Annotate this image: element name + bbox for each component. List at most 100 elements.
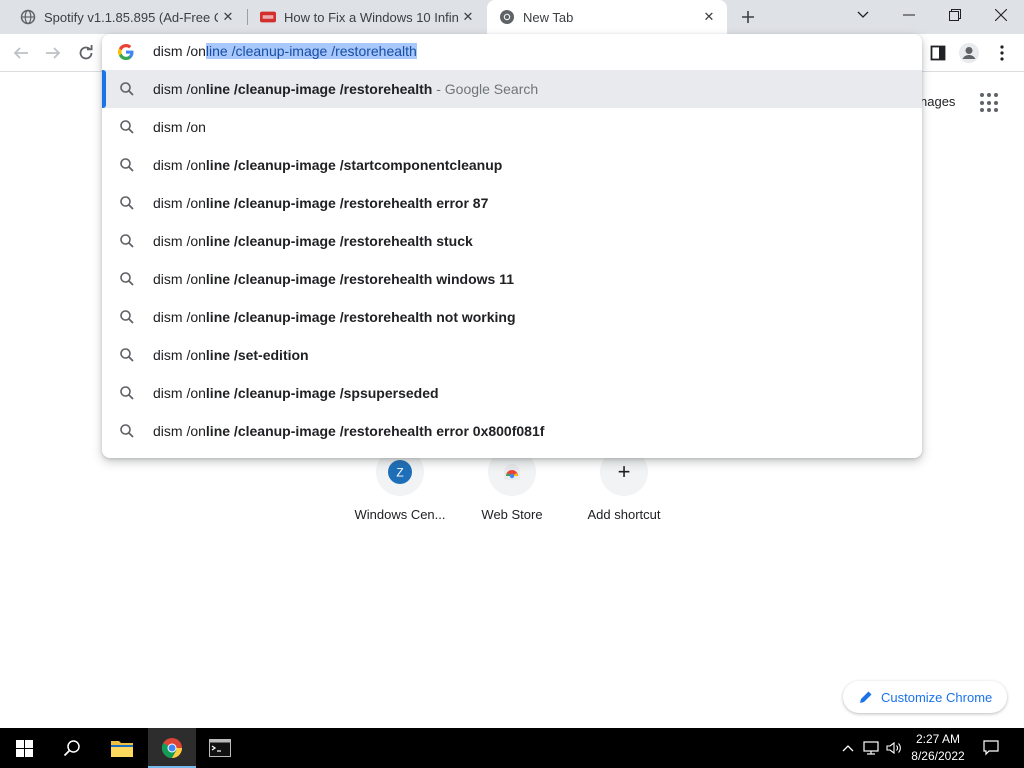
suggestion-text: dism /online /cleanup-image /restoreheal… — [153, 423, 545, 439]
images-link[interactable]: nages — [920, 94, 955, 109]
suggestion-text: dism /online /cleanup-image /spsupersede… — [153, 385, 439, 401]
search-icon — [120, 158, 134, 172]
search-icon — [120, 348, 134, 362]
menu-button[interactable] — [989, 40, 1015, 66]
plus-icon: + — [617, 459, 631, 484]
suggestion-item[interactable]: dism /on — [102, 108, 922, 146]
address-input[interactable]: dism /online /cleanup-image /restoreheal… — [153, 43, 417, 59]
side-panel-button[interactable] — [925, 40, 951, 66]
customize-label: Customize Chrome — [881, 689, 993, 705]
suggestion-item[interactable]: dism /online /cleanup-image /restoreheal… — [102, 222, 922, 260]
browser-window: Spotify v1.1.85.895 (Ad-Free Crac ✕ How … — [0, 0, 1024, 768]
shortcut-label: Windows Cen... — [354, 507, 446, 522]
globe-icon — [20, 9, 36, 25]
tab-how-to-fix[interactable]: How to Fix a Windows 10 Infinite ✕ — [248, 0, 486, 34]
taskbar: 2:27 AM 8/26/2022 — [0, 728, 1024, 768]
side-panel-icon — [930, 45, 946, 61]
suggestion-item[interactable]: dism /online /cleanup-image /restoreheal… — [102, 412, 922, 450]
shortcut-add[interactable]: + Add shortcut — [568, 448, 680, 538]
chrome-taskbar-button[interactable] — [148, 728, 196, 768]
omnibox-dropdown: dism /online /cleanup-image /restoreheal… — [102, 34, 922, 458]
search-icon — [120, 272, 134, 286]
suggestion-item[interactable]: dism /online /set-edition — [102, 336, 922, 374]
google-g-icon — [118, 44, 134, 60]
shortcut-label: Add shortcut — [587, 507, 661, 522]
svg-text:Z: Z — [396, 466, 403, 480]
close-window-button[interactable] — [978, 0, 1024, 30]
search-icon — [120, 82, 134, 96]
windows-logo-icon — [15, 739, 33, 757]
avatar-icon — [959, 43, 979, 63]
restore-button[interactable] — [932, 0, 978, 30]
suggestion-text: dism /online /cleanup-image /restoreheal… — [153, 271, 515, 287]
close-icon — [995, 9, 1007, 21]
terminal-icon — [209, 739, 231, 757]
taskbar-search-button[interactable] — [48, 728, 96, 768]
suggestion-item[interactable]: dism /online /cleanup-image /restoreheal… — [102, 298, 922, 336]
chevron-up-icon[interactable] — [840, 740, 856, 756]
tab-strip: Spotify v1.1.85.895 (Ad-Free Crac ✕ How … — [0, 0, 1024, 34]
suggestion-text: dism /online /cleanup-image /restoreheal… — [153, 233, 473, 249]
back-button[interactable] — [8, 40, 34, 66]
tab-title: New Tab — [523, 9, 574, 25]
suggestion-text: dism /online /cleanup-image /restoreheal… — [153, 81, 539, 97]
minimize-icon — [903, 14, 915, 16]
site-logo-icon — [260, 9, 276, 25]
windows-central-icon: Z — [388, 460, 412, 484]
search-icon — [120, 196, 134, 210]
tab-spotify[interactable]: Spotify v1.1.85.895 (Ad-Free Crac ✕ — [0, 0, 246, 34]
search-icon — [120, 120, 134, 134]
suggestion-item[interactable]: dism /online /cleanup-image /startcompon… — [102, 146, 922, 184]
restore-icon — [949, 9, 961, 21]
shortcut-web-store[interactable]: Web Store — [456, 448, 568, 538]
pencil-icon — [860, 691, 872, 703]
chrome-icon — [499, 9, 515, 25]
search-icon — [120, 386, 134, 400]
tab-search-button[interactable] — [840, 0, 886, 30]
minimize-button[interactable] — [886, 0, 932, 30]
suggestion-item[interactable]: dism /online /cleanup-image /spsupersede… — [102, 374, 922, 412]
suggestion-text: dism /on — [153, 119, 206, 135]
autocomplete-selection: line /cleanup-image /restorehealth — [205, 43, 417, 59]
shortcut-windows-central[interactable]: Z Windows Cen... — [344, 448, 456, 538]
network-icon[interactable] — [863, 740, 879, 756]
search-icon — [120, 424, 134, 438]
back-arrow-icon — [13, 47, 28, 59]
web-store-icon — [504, 464, 520, 480]
suggestion-text: dism /online /set-edition — [153, 347, 309, 363]
new-tab-button[interactable] — [736, 5, 760, 29]
file-explorer-button[interactable] — [98, 728, 146, 768]
close-icon[interactable]: ✕ — [218, 7, 238, 27]
suggestion-item[interactable]: dism /online /cleanup-image /restoreheal… — [102, 184, 922, 222]
close-icon[interactable]: ✕ — [458, 7, 478, 27]
chrome-icon — [161, 738, 182, 759]
search-icon — [120, 310, 134, 324]
suggestion-item[interactable]: dism /online /cleanup-image /restoreheal… — [102, 260, 922, 298]
forward-button[interactable] — [40, 40, 66, 66]
kebab-menu-icon — [1000, 45, 1004, 61]
clock-date: 8/26/2022 — [911, 749, 965, 763]
selection-indicator — [102, 70, 106, 108]
apps-grid-icon[interactable] — [980, 93, 1000, 113]
tab-title: Spotify v1.1.85.895 (Ad-Free Crac — [44, 9, 218, 25]
close-icon[interactable]: ✕ — [699, 7, 719, 27]
terminal-taskbar-button[interactable] — [196, 728, 244, 768]
suggestion-text: dism /online /cleanup-image /startcompon… — [153, 157, 503, 173]
tab-title: How to Fix a Windows 10 Infinite — [284, 9, 458, 25]
notifications-icon[interactable] — [983, 740, 999, 756]
profile-button[interactable] — [956, 40, 982, 66]
chevron-down-icon — [857, 11, 869, 18]
typed-text: dism /on — [153, 43, 206, 59]
tab-new-tab[interactable]: New Tab ✕ — [487, 0, 727, 34]
plus-icon — [742, 11, 754, 23]
start-button[interactable] — [0, 728, 48, 768]
reload-button[interactable] — [73, 40, 99, 66]
shortcut-label: Web Store — [481, 507, 543, 522]
customize-chrome-button[interactable]: Customize Chrome — [843, 681, 1007, 713]
folder-icon — [111, 741, 133, 757]
suggestion-item[interactable]: dism /online /cleanup-image /restoreheal… — [102, 70, 922, 108]
system-clock[interactable]: 2:27 AM 8/26/2022 — [900, 731, 976, 765]
forward-arrow-icon — [46, 47, 61, 59]
address-bar[interactable]: dism /online /cleanup-image /restoreheal… — [102, 34, 922, 70]
suggestion-text: dism /online /cleanup-image /restoreheal… — [153, 195, 489, 211]
